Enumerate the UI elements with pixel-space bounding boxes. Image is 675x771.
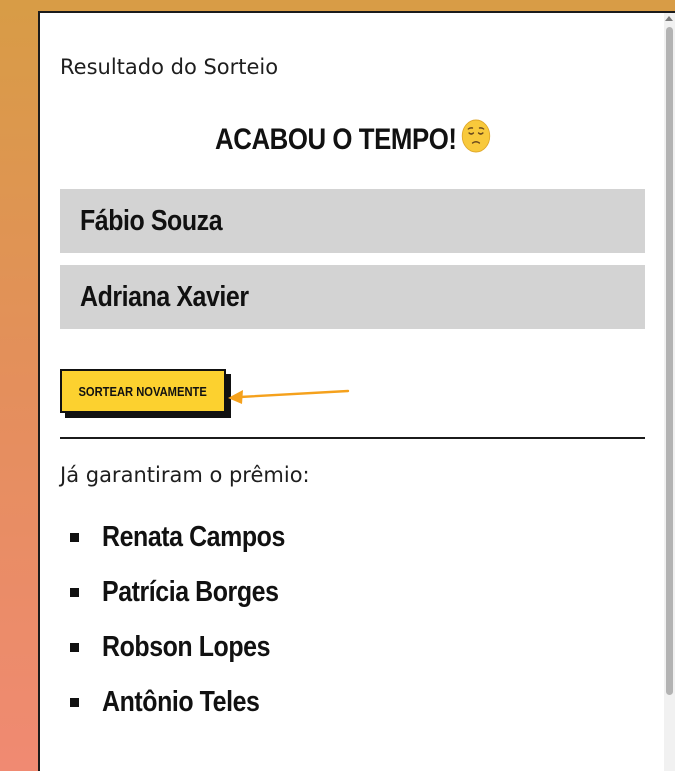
prize-list: Renata Campos Patrícia Borges Robson Lop… — [70, 510, 315, 730]
bullet-icon — [70, 643, 79, 652]
winner-card: Fábio Souza — [60, 189, 645, 253]
annotation-arrow-icon — [228, 389, 350, 404]
bullet-icon — [70, 588, 79, 597]
time-up-headline: ACABOU O TEMPO! — [84, 119, 622, 161]
winner-name: Fábio Souza — [80, 204, 223, 237]
redraw-button[interactable]: SORTEAR NOVAMENTE — [60, 369, 226, 413]
draw-result-modal: Resultado do Sorteio ACABOU O TEMPO! Fáb… — [38, 11, 675, 771]
prize-winner-name: Patrícia Borges — [102, 576, 279, 608]
prize-winner-name: Antônio Teles — [102, 686, 260, 718]
vertical-scrollbar[interactable] — [664, 13, 675, 771]
list-item: Patrícia Borges — [70, 565, 315, 620]
modal-title: Resultado do Sorteio — [60, 55, 279, 79]
winner-name: Adriana Xavier — [80, 280, 249, 313]
bullet-icon — [70, 533, 79, 542]
prize-section-label: Já garantiram o prêmio: — [60, 463, 310, 487]
scroll-up-arrow-icon[interactable] — [665, 16, 673, 21]
list-item: Renata Campos — [70, 510, 315, 565]
prize-winner-name: Renata Campos — [102, 521, 285, 553]
headline-text: ACABOU O TEMPO! — [215, 123, 457, 156]
scrollbar-thumb[interactable] — [666, 27, 673, 695]
redraw-button-label: SORTEAR NOVAMENTE — [78, 383, 208, 399]
list-item: Robson Lopes — [70, 620, 315, 675]
winner-card: Adriana Xavier — [60, 265, 645, 329]
prize-winner-name: Robson Lopes — [102, 631, 271, 663]
bullet-icon — [70, 698, 79, 707]
pensive-face-icon — [462, 119, 491, 161]
list-item: Antônio Teles — [70, 675, 315, 730]
divider — [60, 437, 645, 439]
